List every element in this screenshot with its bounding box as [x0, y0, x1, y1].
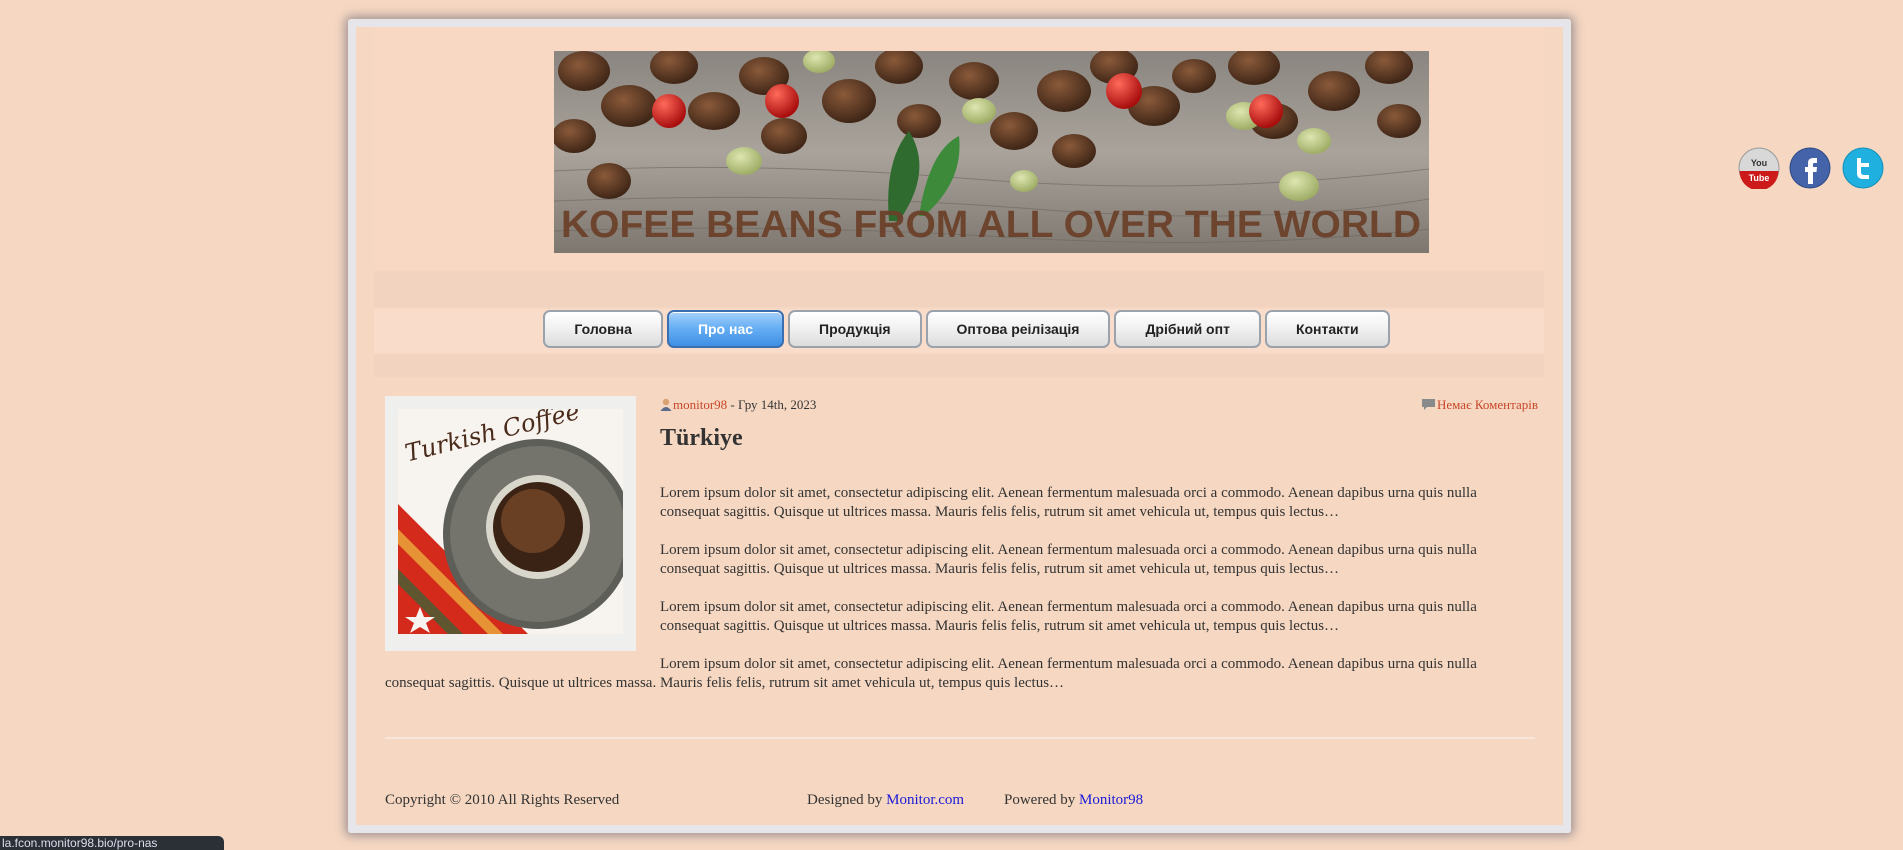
browser-status-bar: la.fcon.monitor98.bio/pro-nas	[0, 836, 224, 850]
nav-item-contacts[interactable]: Контакти	[1264, 310, 1390, 348]
nav-item-home[interactable]: Головна	[543, 310, 663, 348]
content-divider	[385, 737, 1535, 739]
main-nav: Головна Про нас Продукція Оптова реіліза…	[356, 307, 1563, 351]
powered-link[interactable]: Monitor98	[1079, 792, 1143, 808]
twitter-icon[interactable]	[1842, 147, 1884, 189]
post-paragraph: Lorem ipsum dolor sit amet, consectetur …	[660, 485, 1477, 520]
comments-meta: Немає Коментарів	[1422, 397, 1538, 413]
post-paragraph: Lorem ipsum dolor sit amet, consectetur …	[385, 656, 1477, 691]
footer-copyright: Copyright © 2010 All Rights Reserved	[385, 792, 620, 808]
powered-by-label: Powered by	[1004, 792, 1079, 808]
post-paragraph: Lorem ipsum dolor sit amet, consectetur …	[660, 599, 1477, 634]
divider-strip	[374, 355, 1544, 377]
post-thumbnail: Turkish Coffee	[385, 396, 636, 651]
coffee-beans-banner-image: KOFEE BEANS FROM ALL OVER THE WORLD	[554, 51, 1429, 253]
page-inner: KOFEE BEANS FROM ALL OVER THE WORLD Голо…	[356, 27, 1563, 825]
facebook-icon[interactable]	[1789, 147, 1831, 189]
nav-item-small-wholesale[interactable]: Дрібний опт	[1114, 310, 1261, 348]
header-banner: KOFEE BEANS FROM ALL OVER THE WORLD	[554, 51, 1429, 253]
nav-item-wholesale[interactable]: Оптова реілізація	[925, 310, 1111, 348]
nav-item-about[interactable]: Про нас	[666, 310, 785, 348]
post-paragraph: Lorem ipsum dolor sit amet, consectetur …	[660, 542, 1477, 577]
designer-link[interactable]: Monitor.com	[886, 792, 964, 808]
header: KOFEE BEANS FROM ALL OVER THE WORLD	[374, 27, 1544, 269]
comments-link[interactable]: Немає Коментарів	[1437, 397, 1538, 412]
svg-text:You: You	[1751, 158, 1767, 168]
svg-text:Tube: Tube	[1749, 173, 1770, 183]
post-meta: monitor98 - Гру 14th, 2023 Немає Комента…	[660, 397, 1538, 413]
user-icon	[660, 398, 672, 411]
footer-designed-by: Designed by Monitor.com	[807, 792, 964, 809]
footer-powered-by: Powered by Monitor98	[1004, 792, 1143, 809]
youtube-icon[interactable]: You Tube	[1738, 147, 1780, 191]
divider-strip	[374, 271, 1544, 307]
comment-icon	[1422, 398, 1435, 410]
turkish-coffee-image: Turkish Coffee	[398, 409, 623, 634]
banner-text: KOFEE BEANS FROM ALL OVER THE WORLD	[561, 204, 1421, 246]
nav-item-products[interactable]: Продукція	[788, 310, 922, 348]
post-title: Türkiye	[660, 425, 743, 451]
page-frame: KOFEE BEANS FROM ALL OVER THE WORLD Голо…	[348, 19, 1571, 833]
post-date: - Гру 14th, 2023	[727, 397, 817, 412]
designed-by-label: Designed by	[807, 792, 887, 808]
author-link[interactable]: monitor98	[673, 397, 727, 412]
